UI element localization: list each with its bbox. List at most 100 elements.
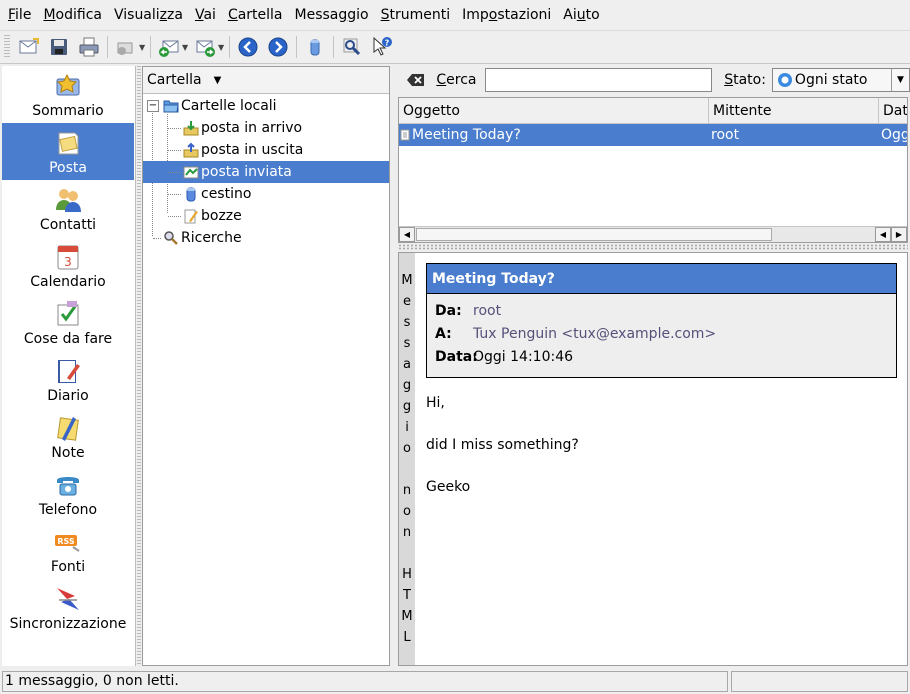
banner-letter: g — [402, 399, 412, 414]
scrollbar-thumb[interactable] — [416, 228, 772, 241]
sidebar-item-posta[interactable]: Posta — [2, 123, 134, 180]
folder-bozze[interactable]: bozze — [143, 205, 389, 227]
chevron-down-icon[interactable]: ▼ — [182, 43, 190, 52]
toolbar-separator — [296, 36, 297, 58]
chevron-down-icon[interactable]: ▼ — [218, 43, 226, 52]
arrow-right-icon — [268, 37, 288, 57]
send-receive-button[interactable] — [113, 34, 139, 60]
folder-posta-inviata[interactable]: posta inviata — [143, 161, 389, 183]
toolbar-separator — [107, 36, 108, 58]
reply-icon — [159, 40, 179, 57]
message-row[interactable]: Meeting Today? root Ogg — [399, 124, 907, 146]
find-button[interactable] — [339, 34, 365, 60]
horizontal-scrollbar[interactable]: ◀ ◀ ▶ — [399, 226, 907, 242]
new-message-icon — [19, 38, 39, 54]
message-title: Meeting Today? — [427, 264, 896, 294]
menu-item-modifica[interactable]: Modifica — [37, 0, 108, 30]
sidebar-item-diario[interactable]: Diario — [2, 351, 134, 408]
previous-button[interactable] — [235, 34, 261, 60]
mail-icon — [53, 128, 83, 158]
sidebar-item-note[interactable]: Note — [2, 408, 134, 465]
forward-button[interactable] — [192, 34, 218, 60]
delete-button[interactable] — [302, 34, 328, 60]
sidebar-item-contatti[interactable]: Contatti — [2, 180, 134, 237]
save-icon — [51, 39, 67, 55]
toolbar-grip[interactable] — [4, 35, 10, 59]
banner-letter: n — [402, 483, 412, 498]
print-button[interactable] — [76, 34, 102, 60]
trash-icon — [310, 39, 320, 56]
from-value[interactable]: root — [473, 303, 501, 319]
menu-item-file[interactable]: File — [2, 0, 37, 30]
search-input[interactable] — [484, 68, 713, 92]
help-cursor-icon: ? — [373, 36, 392, 56]
chevron-down-icon[interactable]: ▼ — [214, 75, 222, 86]
chevron-down-icon[interactable]: ▼ — [139, 43, 147, 52]
column-date[interactable]: Dat — [879, 98, 907, 124]
sidebar-item-sincronizzazione[interactable]: Sincronizzazione — [2, 579, 134, 636]
sidebar-item-cose-da-fare[interactable]: Cose da fare — [2, 294, 134, 351]
magnifier-icon — [163, 230, 179, 246]
folder-posta-in-arrivo[interactable]: posta in arrivo — [143, 117, 389, 139]
next-button[interactable] — [265, 34, 291, 60]
calendar-icon: 3 — [53, 242, 83, 272]
message-subject: Meeting Today? — [412, 127, 521, 143]
menu-item-aiuto[interactable]: Aiuto — [557, 0, 605, 30]
folder-local[interactable]: − Cartelle locali — [143, 95, 389, 117]
sidebar-item-calendario[interactable]: 3 Calendario — [2, 237, 134, 294]
print-icon — [79, 37, 99, 57]
search-label: Cerca — [436, 72, 477, 88]
sidebar-item-telefono[interactable]: Telefono — [2, 465, 134, 522]
save-button[interactable] — [46, 34, 72, 60]
state-value: Ogni stato — [794, 72, 868, 88]
sidebar-item-label: Telefono — [38, 502, 98, 518]
banner-letter: o — [403, 441, 411, 456]
list-preview-splitter[interactable] — [398, 244, 908, 250]
folder-header-label: Cartella — [147, 72, 202, 88]
menu-item-impostazioni[interactable]: Impostazioni — [456, 0, 557, 30]
menu-item-vai[interactable]: Vai — [189, 0, 222, 30]
message-list: Oggetto Mittente Dat Meeting Today? root… — [398, 97, 908, 243]
folder-label: posta in uscita — [201, 142, 304, 158]
contacts-icon — [53, 185, 83, 215]
folder-header[interactable]: Cartella ▼ — [143, 67, 389, 94]
clear-search-button[interactable] — [405, 70, 426, 90]
to-value[interactable]: Tux Penguin <tux@example.com> — [473, 326, 716, 342]
toolbar-separator — [150, 36, 151, 58]
message-preview: MessaggiononHTML Meeting Today? Da: root … — [398, 252, 908, 666]
folder-open-icon — [163, 98, 179, 114]
arrow-left-icon — [238, 37, 258, 57]
sidebar-item-fonti[interactable]: RSS Fonti — [2, 522, 134, 579]
date-value: Oggi 14:10:46 — [473, 348, 574, 365]
new-message-button[interactable] — [16, 34, 42, 60]
menubar: File Modifica Visualizza Vai Cartella Messagg… — [0, 0, 910, 30]
scroll-left-icon[interactable]: ◀ — [875, 227, 891, 242]
chevron-down-icon[interactable]: ▼ — [891, 69, 909, 91]
notes-icon — [53, 413, 83, 443]
svg-text:RSS: RSS — [57, 537, 75, 546]
sidebar-item-label: Posta — [49, 160, 87, 176]
menu-item-visualizza[interactable]: Visualizza — [108, 0, 189, 30]
folder-searches[interactable]: Ricerche — [143, 227, 389, 249]
state-select[interactable]: Ogni stato ▼ — [771, 68, 910, 92]
column-sender[interactable]: Mittente — [709, 98, 879, 124]
sidebar-item-label: Fonti — [50, 559, 86, 575]
outbox-icon — [183, 142, 199, 158]
menu-item-cartella[interactable]: Cartella — [222, 0, 289, 30]
folder-posta-in-uscita[interactable]: posta in uscita — [143, 139, 389, 161]
menu-item-strumenti[interactable]: Strumenti — [375, 0, 457, 30]
sidebar-splitter[interactable] — [137, 66, 141, 666]
collapse-icon[interactable]: − — [147, 100, 159, 112]
scroll-left-icon[interactable]: ◀ — [399, 227, 415, 242]
folder-cestino[interactable]: cestino — [143, 183, 389, 205]
reply-button[interactable] — [156, 34, 182, 60]
column-subject[interactable]: Oggetto — [399, 98, 709, 124]
sidebar-item-sommario[interactable]: Sommario — [2, 66, 134, 123]
sidebar-item-label: Diario — [47, 388, 89, 404]
menu-item-messaggio[interactable]: Messaggio — [289, 0, 375, 30]
scroll-right-icon[interactable]: ▶ — [891, 227, 907, 242]
banner-letter: M — [401, 273, 413, 288]
message-sender: root — [711, 127, 740, 143]
whats-this-button[interactable]: ? — [369, 34, 395, 60]
state-label: Stato: — [724, 72, 766, 88]
